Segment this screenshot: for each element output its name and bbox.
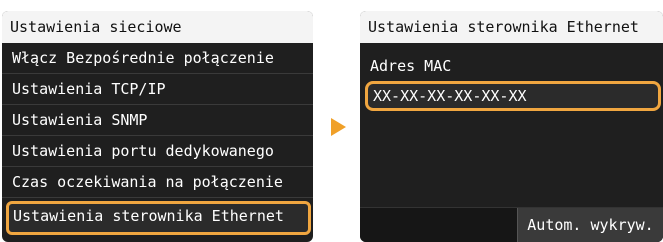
menu-item-connection-timeout[interactable]: Czas oczekiwania na połączenie xyxy=(2,167,313,198)
ethernet-driver-settings-screen: Ustawienia sterownika Ethernet Adres MAC… xyxy=(360,11,663,242)
right-arrow-icon xyxy=(331,118,346,136)
menu-item-snmp-settings[interactable]: Ustawienia SNMP xyxy=(2,105,313,136)
bottom-bar: Autom. wykryw. xyxy=(360,207,663,242)
auto-detect-button[interactable]: Autom. wykryw. xyxy=(517,208,663,242)
menu-item-enable-direct-connection[interactable]: Włącz Bezpośrednie połączenie xyxy=(2,43,313,74)
screen-title: Ustawienia sterownika Ethernet xyxy=(360,11,663,43)
mac-address-label: Adres MAC xyxy=(370,57,452,75)
screen-title: Ustawienia sieciowe xyxy=(2,11,313,43)
menu-item-tcpip-settings[interactable]: Ustawienia TCP/IP xyxy=(2,74,313,105)
menu-item-dedicated-port-settings[interactable]: Ustawienia portu dedykowanego xyxy=(2,136,313,167)
menu-item-ethernet-driver-settings[interactable]: Ustawienia sterownika Ethernet xyxy=(6,201,311,235)
network-settings-screen: Ustawienia sieciowe Włącz Bezpośrednie p… xyxy=(2,11,313,242)
mac-address-value[interactable]: XX-XX-XX-XX-XX-XX xyxy=(365,81,661,111)
